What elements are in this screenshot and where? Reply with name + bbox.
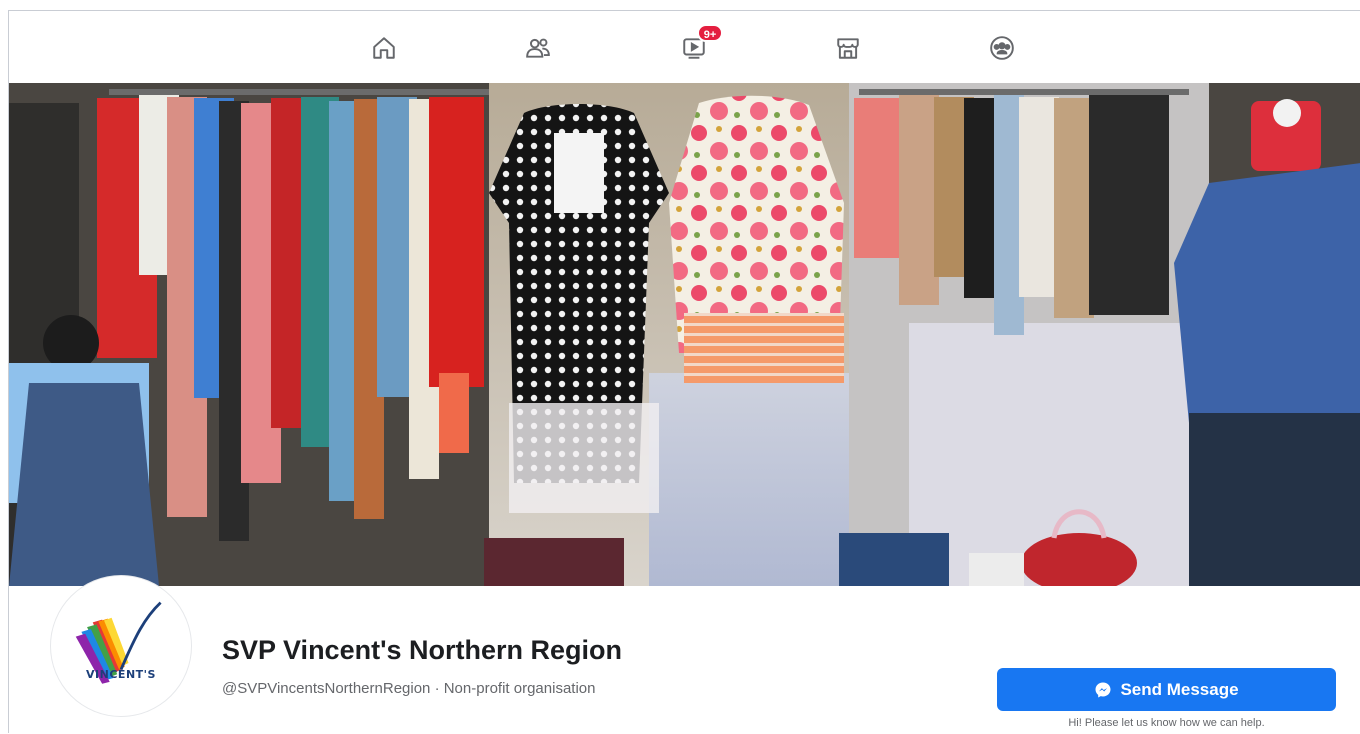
- marketplace-icon: [837, 38, 859, 59]
- vincents-logo-icon: [75, 601, 162, 684]
- top-navigation: 9+: [9, 11, 1360, 83]
- logo-text: VINCENT'S: [86, 668, 156, 681]
- cover-photo[interactable]: [9, 83, 1360, 586]
- page-title: SVP Vincent's Northern Region: [222, 635, 623, 665]
- messenger-icon: [1095, 682, 1111, 697]
- friends-icon: [526, 38, 550, 58]
- page-subtitle: @SVPVincentsNorthernRegion · Non-profit …: [222, 680, 596, 697]
- facebook-page: 9+ VINCENT'S SVP Vincent's Northern Regi…: [8, 10, 1360, 734]
- send-message-button[interactable]: Send Message: [997, 668, 1336, 711]
- send-message-label: Send Message: [1120, 679, 1239, 699]
- notification-badge: 9+: [697, 24, 723, 42]
- nav-tab-friends[interactable]: [521, 31, 555, 65]
- nav-tab-home[interactable]: [367, 31, 401, 65]
- help-text: Hi! Please let us know how we can help.: [1068, 717, 1265, 729]
- nav-tab-watch[interactable]: 9+: [677, 24, 723, 65]
- home-icon: [373, 37, 395, 59]
- nav-tab-marketplace[interactable]: [831, 31, 865, 65]
- profile-header: VINCENT'S SVP Vincent's Northern Region …: [9, 576, 1360, 734]
- page-avatar[interactable]: VINCENT'S: [51, 576, 191, 716]
- cover-photo-image: [9, 83, 1360, 586]
- groups-icon: [990, 36, 1014, 60]
- nav-tab-groups[interactable]: [985, 31, 1019, 65]
